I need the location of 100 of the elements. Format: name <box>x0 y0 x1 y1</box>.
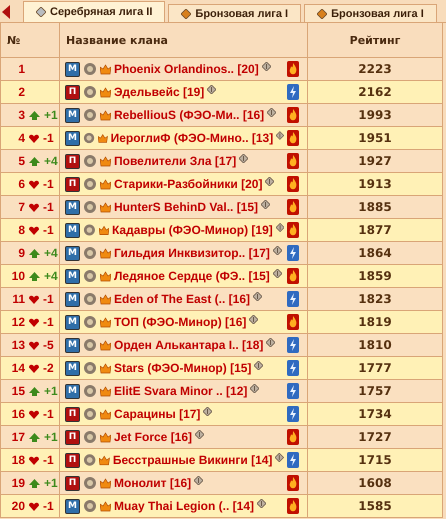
emblem-icon <box>83 453 96 467</box>
gem-icon <box>317 8 328 18</box>
rank-number: 16 <box>10 407 25 421</box>
clan-name[interactable]: Бесстрашные Викинги [14] <box>112 453 272 467</box>
rank-number: 8 <box>17 223 25 237</box>
rank-change: +4 <box>44 246 58 260</box>
clan-name[interactable]: Эдельвейс [19] <box>114 85 204 99</box>
gem-icon <box>181 8 192 18</box>
rank-change: +1 <box>44 476 58 490</box>
rank-number: 12 <box>10 315 25 329</box>
diamond-icon <box>272 246 282 254</box>
clan-name[interactable]: HunterS BehinD Val.. [15] <box>114 200 258 214</box>
clan-name[interactable]: Phoenix Orlandinos.. [20] <box>114 62 259 76</box>
lightning-icon <box>287 452 300 468</box>
clan-name[interactable]: Ледяное Сердце (ФЭ.. [15] <box>114 269 270 283</box>
league-tab[interactable]: Бронзовая лига I <box>168 4 302 22</box>
rank-change: +1 <box>44 384 58 398</box>
faction-badge: М <box>65 108 80 122</box>
faction-badge: М <box>65 338 80 352</box>
diamond-icon <box>276 222 284 232</box>
flame-icon <box>287 130 299 146</box>
rating-value: 1877 <box>358 223 392 237</box>
emblem-icon <box>83 177 97 191</box>
diamond-icon <box>194 476 204 484</box>
crown-icon <box>98 132 108 144</box>
clan-name[interactable]: ТОП (ФЭО-Минор) [16] <box>114 315 246 329</box>
emblem-icon <box>83 108 97 122</box>
flame-icon <box>287 475 299 491</box>
crown-icon <box>100 86 111 98</box>
faction-badge: М <box>65 130 80 146</box>
faction-badge: М <box>65 62 80 76</box>
rating-value: 2223 <box>358 62 392 76</box>
diamond-icon <box>250 384 260 392</box>
rank-number: 18 <box>10 453 25 467</box>
diamond-icon <box>195 430 204 438</box>
flame-icon <box>287 498 299 514</box>
lightning-icon <box>287 360 299 376</box>
rating-value: 1823 <box>358 292 392 306</box>
rank-change: -2 <box>43 361 54 375</box>
rank-change: +4 <box>44 269 58 283</box>
clan-name[interactable]: Stars (ФЭО-Минор) [15] <box>114 361 252 375</box>
clan-name[interactable]: ИероглиФ (ФЭО-Мино.. [13] <box>110 131 274 145</box>
rating-value: 2162 <box>358 85 392 99</box>
flame-icon <box>287 153 299 169</box>
gem-icon <box>36 7 46 17</box>
clan-name[interactable]: Muay Thai Legion (.. [14] <box>114 499 254 513</box>
diamond-icon <box>266 338 276 346</box>
lightning-icon <box>287 406 299 422</box>
emblem-icon <box>83 223 96 237</box>
diamond-icon <box>267 108 276 116</box>
rating-value: 1927 <box>358 154 392 168</box>
clan-name[interactable]: Старики-Разбойники [20] <box>114 177 262 191</box>
lightning-icon <box>287 337 299 353</box>
crown-icon <box>100 408 111 420</box>
faction-badge: М <box>65 314 80 330</box>
crown-icon <box>100 316 111 328</box>
rank-change: +1 <box>44 108 58 122</box>
rank-number: 7 <box>17 200 25 214</box>
crown-icon <box>100 362 111 374</box>
faction-badge: П <box>65 154 80 168</box>
diamond-icon <box>207 84 216 94</box>
faction-badge: М <box>65 268 80 284</box>
emblem-icon <box>83 246 97 260</box>
crown-icon <box>100 178 111 190</box>
clan-name[interactable]: Сарацины [17] <box>114 407 200 421</box>
rating-value: 1819 <box>358 315 392 329</box>
faction-badge: П <box>65 84 80 100</box>
diamond-icon <box>261 200 270 208</box>
clan-name[interactable]: Eden of The East (.. [16] <box>114 292 250 306</box>
rank-number: 1 <box>17 62 25 76</box>
rank-number: 6 <box>17 177 25 191</box>
emblem-icon <box>83 476 97 490</box>
diamond-icon <box>253 292 262 300</box>
clan-name[interactable]: RebelliouS (ФЭО-Ми.. [16] <box>114 108 264 122</box>
rating-value: 1864 <box>358 246 392 260</box>
rank-number: 5 <box>17 154 25 168</box>
clan-name[interactable]: Jet Force [16] <box>114 430 192 444</box>
emblem-icon <box>83 499 97 513</box>
rank-number: 15 <box>10 384 25 398</box>
emblem-icon <box>83 315 97 329</box>
column-header: № <box>7 34 20 46</box>
faction-badge: П <box>65 176 80 192</box>
league-tab[interactable]: Серебряная лига II <box>23 1 166 22</box>
rating-value: 1777 <box>358 361 392 375</box>
emblem-icon <box>83 407 97 421</box>
lightning-icon <box>287 84 299 100</box>
faction-badge: П <box>65 452 80 468</box>
clan-name[interactable]: Кадавры (ФЭО-Минор) [19] <box>112 223 273 237</box>
lightning-icon <box>287 291 299 307</box>
diamond-icon <box>203 406 212 416</box>
faction-badge: М <box>65 498 80 514</box>
clan-name[interactable]: ElitE Svara Minor .. [12] <box>114 384 248 398</box>
league-tab[interactable]: Бронзовая лига I <box>304 4 437 22</box>
diamond-icon <box>275 452 284 462</box>
crown-icon <box>100 294 111 304</box>
clan-name[interactable]: Повелители Зла [17] <box>114 154 236 168</box>
clan-name[interactable]: Монолит [16] <box>114 476 192 490</box>
clan-name[interactable]: Гильдия Инквизитор.. [17] <box>114 246 270 260</box>
diamond-icon <box>265 176 274 186</box>
clan-name[interactable]: Орден Алькантара I.. [18] <box>114 338 264 352</box>
